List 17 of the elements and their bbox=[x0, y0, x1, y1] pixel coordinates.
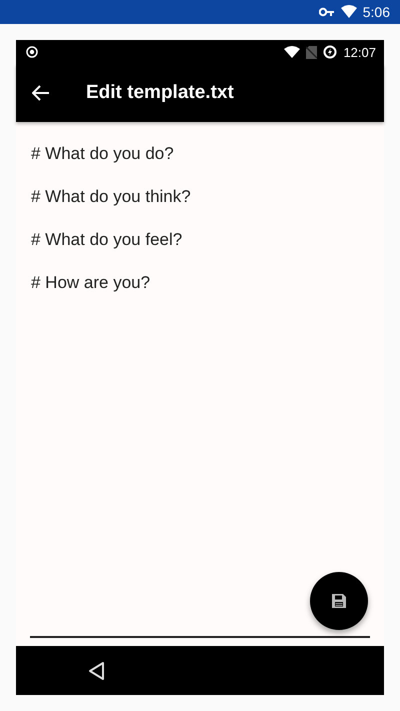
wifi-icon bbox=[340, 5, 357, 19]
text-line: # How are you? bbox=[31, 273, 152, 294]
text-line: # What do you think? bbox=[31, 187, 192, 208]
target-icon bbox=[26, 46, 38, 58]
save-button[interactable] bbox=[310, 572, 368, 630]
no-sim-icon bbox=[306, 46, 318, 58]
back-arrow-icon[interactable] bbox=[32, 85, 50, 101]
text-line: # What do you do? bbox=[31, 144, 175, 165]
save-icon bbox=[331, 593, 347, 609]
back-button[interactable] bbox=[88, 660, 106, 680]
key-icon bbox=[318, 7, 335, 17]
clock: 12:07 bbox=[343, 44, 376, 60]
clock: 5:06 bbox=[362, 4, 390, 20]
wifi-icon bbox=[284, 46, 300, 58]
text-line: # What do you feel? bbox=[31, 230, 184, 251]
data-saver-icon bbox=[323, 45, 338, 59]
screen-title: Edit template.txt bbox=[86, 82, 234, 104]
